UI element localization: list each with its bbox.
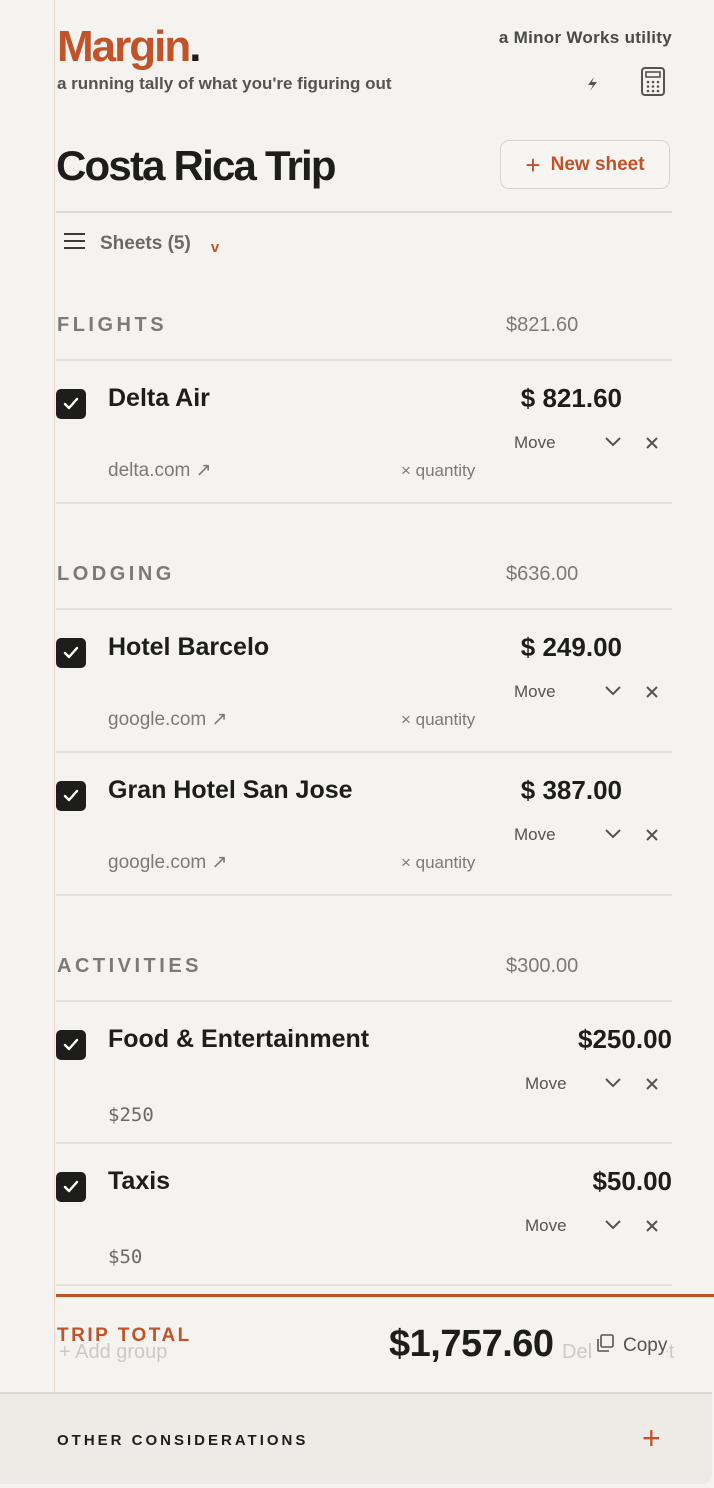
group-name: LODGING — [57, 563, 175, 585]
group-total: $300.00 — [506, 955, 579, 977]
logo-dot: . — [189, 22, 201, 71]
move-button[interactable]: Move — [514, 433, 556, 453]
header-divider — [56, 211, 672, 213]
chevron-down-icon[interactable] — [601, 1070, 625, 1094]
item-checkbox[interactable] — [56, 1030, 86, 1060]
chevron-down-icon[interactable] — [601, 678, 625, 702]
move-button[interactable]: Move — [514, 825, 556, 845]
new-sheet-label: New sheet — [550, 153, 645, 175]
chevron-down-icon: v — [210, 238, 220, 256]
item-checkbox[interactable] — [56, 781, 86, 811]
group-header-activities[interactable]: ACTIVITIES $300.00 — [57, 955, 672, 985]
close-icon[interactable] — [642, 1216, 662, 1236]
logo[interactable]: Margin. — [57, 22, 202, 72]
sheets-dropdown[interactable]: Sheets (5) v — [64, 230, 219, 258]
list-item: Delta Air $ 821.60 Move delta.com ↗ × qu… — [56, 381, 672, 521]
plus-icon[interactable]: + — [642, 1422, 661, 1454]
list-item: Food & Entertainment $250.00 Move $250 — [56, 1022, 672, 1162]
move-button[interactable]: Move — [525, 1074, 567, 1094]
close-icon[interactable] — [642, 433, 662, 453]
quantity-button[interactable]: × quantity — [401, 461, 475, 481]
item-checkbox[interactable] — [56, 638, 86, 668]
list-item: Gran Hotel San Jose $ 387.00 Move google… — [56, 773, 672, 913]
item-note[interactable]: $250 — [108, 1104, 154, 1126]
copy-button[interactable]: Copy — [593, 1333, 668, 1359]
item-note[interactable]: $50 — [108, 1246, 142, 1268]
group-total: $821.60 — [506, 314, 579, 336]
item-name[interactable]: Taxis — [108, 1164, 170, 1198]
group-header-flights[interactable]: FLIGHTS $821.60 — [57, 314, 672, 344]
chevron-down-icon[interactable] — [601, 1212, 625, 1236]
move-button[interactable]: Move — [525, 1216, 567, 1236]
other-considerations-label: OTHER CONSIDERATIONS — [57, 1432, 309, 1449]
logo-text: Margin — [57, 22, 191, 71]
item-checkbox[interactable] — [56, 389, 86, 419]
page-title[interactable]: Costa Rica Trip — [56, 140, 337, 192]
divider — [56, 1284, 672, 1286]
list-item: Taxis $50.00 Move $50 — [56, 1164, 672, 1304]
close-icon[interactable] — [642, 1074, 662, 1094]
menu-icon — [64, 232, 86, 256]
bolt-icon[interactable] — [580, 72, 604, 96]
other-considerations-section[interactable]: OTHER CONSIDERATIONS + — [0, 1392, 712, 1484]
new-sheet-button[interactable]: + New sheet — [500, 140, 670, 189]
quantity-button[interactable]: × quantity — [401, 853, 475, 873]
trip-total-bar: + Add group Delete sheet TRIP TOTAL $1,7… — [56, 1294, 714, 1392]
brand-byline: a Minor Works utility — [498, 28, 672, 47]
group-header-lodging[interactable]: LODGING $636.00 — [57, 563, 672, 593]
item-name[interactable]: Food & Entertainment — [108, 1022, 369, 1056]
group-name: FLIGHTS — [57, 314, 168, 336]
move-button[interactable]: Move — [514, 682, 556, 702]
calculator-icon[interactable] — [640, 66, 666, 97]
group-name: ACTIVITIES — [57, 955, 203, 977]
item-link[interactable]: google.com ↗ — [108, 851, 227, 874]
item-link[interactable]: delta.com ↗ — [108, 459, 212, 482]
total-label: TRIP TOTAL — [57, 1325, 192, 1346]
plus-icon: + — [525, 149, 541, 180]
item-name[interactable]: Hotel Barcelo — [108, 630, 269, 664]
sheets-label: Sheets (5) — [100, 233, 191, 254]
item-price[interactable]: $ 387.00 — [521, 773, 622, 807]
item-price[interactable]: $250.00 — [578, 1022, 672, 1056]
close-icon[interactable] — [642, 825, 662, 845]
item-name[interactable]: Gran Hotel San Jose — [108, 773, 353, 807]
item-price[interactable]: $50.00 — [592, 1164, 672, 1198]
divider — [56, 502, 672, 504]
close-icon[interactable] — [642, 682, 662, 702]
item-price[interactable]: $ 249.00 — [521, 630, 622, 664]
quantity-button[interactable]: × quantity — [401, 710, 475, 730]
item-price[interactable]: $ 821.60 — [521, 381, 622, 415]
copy-label: Copy — [623, 1335, 668, 1356]
chevron-down-icon[interactable] — [601, 429, 625, 453]
divider — [56, 894, 672, 896]
item-link[interactable]: google.com ↗ — [108, 708, 227, 731]
copy-icon — [595, 1333, 615, 1359]
tagline: a running tally of what you're figuring … — [57, 74, 392, 93]
divider — [56, 751, 672, 753]
divider — [56, 359, 672, 361]
divider — [56, 608, 672, 610]
margin-rule — [54, 0, 55, 1392]
list-item: Hotel Barcelo $ 249.00 Move google.com ↗… — [56, 630, 672, 770]
chevron-down-icon[interactable] — [601, 821, 625, 845]
divider — [56, 1000, 672, 1002]
item-checkbox[interactable] — [56, 1172, 86, 1202]
divider — [56, 1142, 672, 1144]
brand-header: Margin. a Minor Works utility — [57, 22, 672, 72]
total-value: $1,757.60 — [389, 1323, 554, 1365]
group-total: $636.00 — [506, 563, 579, 585]
item-name[interactable]: Delta Air — [108, 381, 210, 415]
